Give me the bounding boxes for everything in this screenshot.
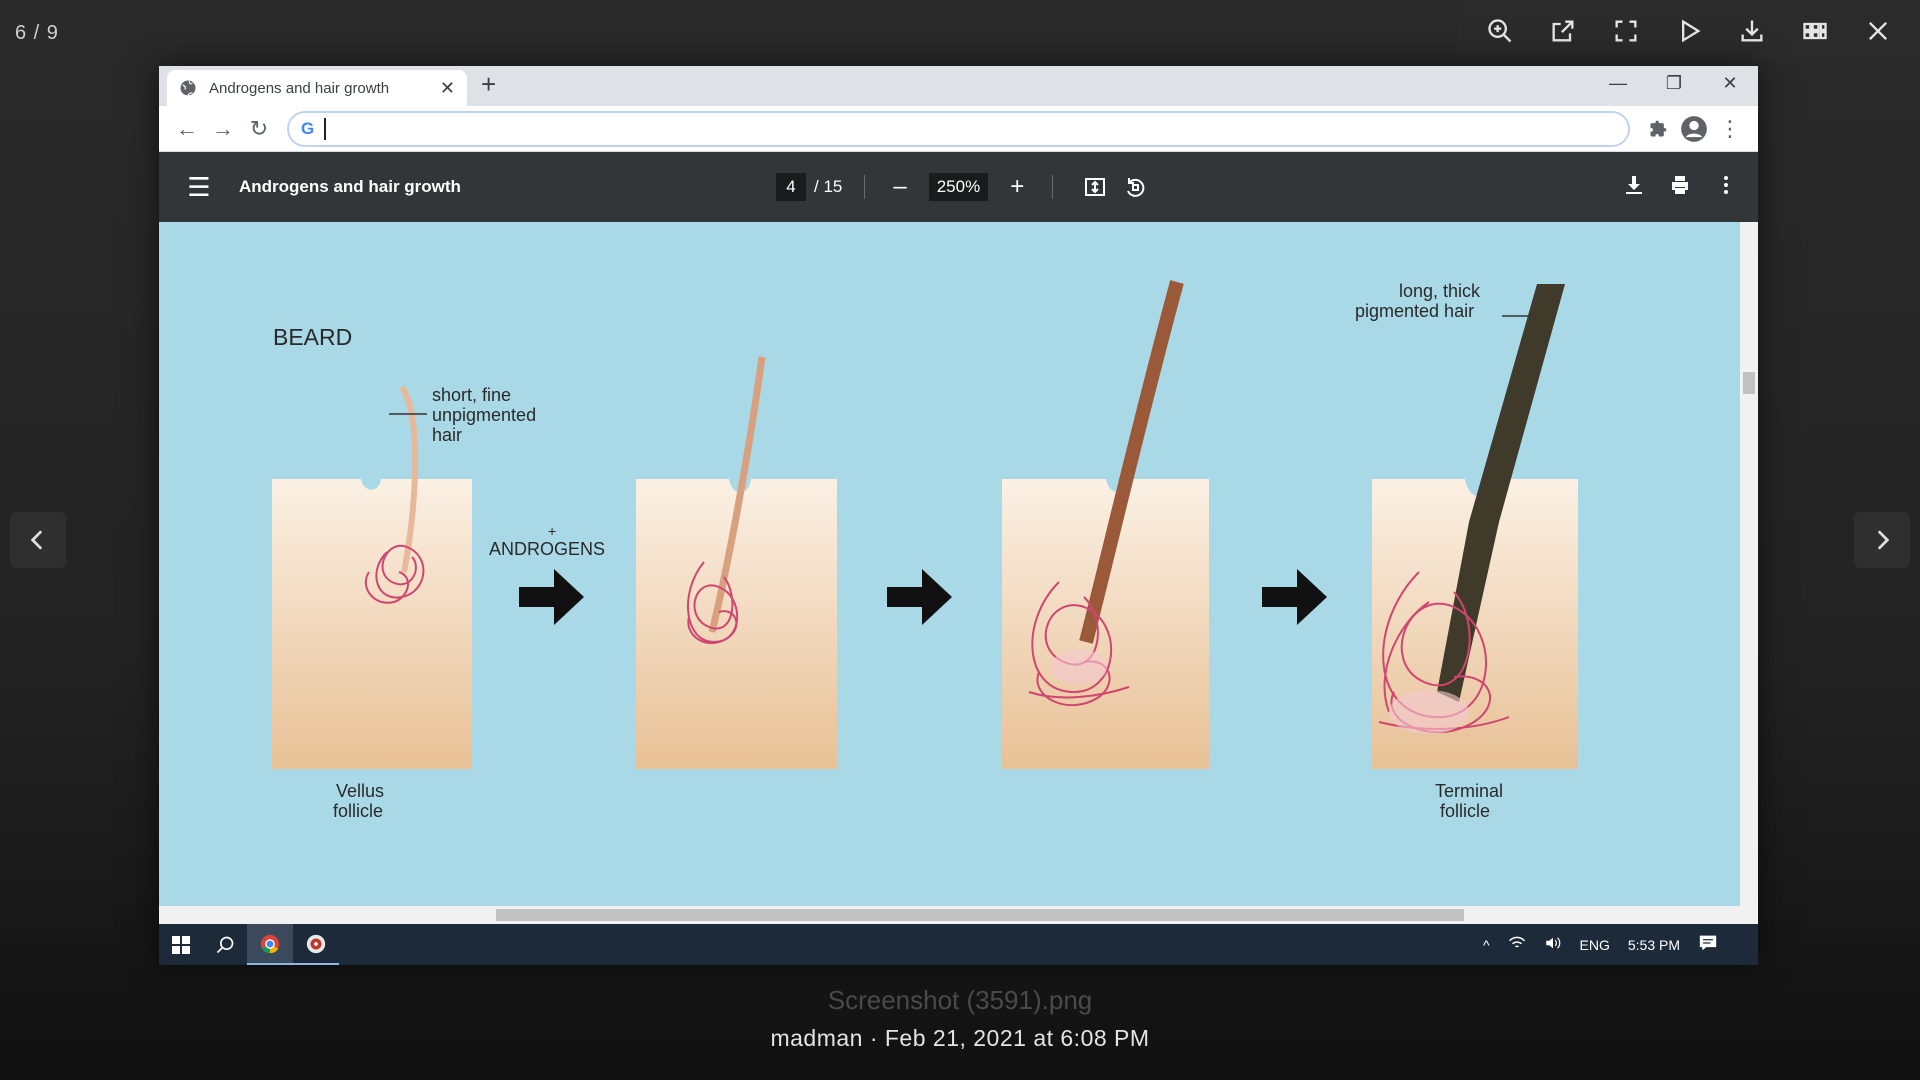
total-pages: / 15 bbox=[814, 177, 843, 196]
plus-sign: + bbox=[548, 523, 557, 539]
tab-title: Androgens and hair growth bbox=[209, 79, 390, 97]
volume-icon[interactable] bbox=[1544, 935, 1562, 954]
open-external-icon[interactable] bbox=[1541, 9, 1585, 53]
pdf-toolbar: ☰ Androgens and hair growth 4 / 15 – 250… bbox=[159, 152, 1758, 222]
google-g-icon: G bbox=[301, 118, 315, 138]
tab-close-icon[interactable]: ✕ bbox=[440, 78, 455, 99]
chevron-left-icon bbox=[30, 530, 43, 550]
play-icon[interactable] bbox=[1667, 9, 1711, 53]
download-icon[interactable] bbox=[1730, 9, 1774, 53]
address-bar: ← → ↻ G ⋮ bbox=[159, 106, 1758, 152]
close-icon[interactable] bbox=[1856, 9, 1900, 53]
new-tab-button[interactable]: + bbox=[481, 69, 496, 100]
image-counter: 6 / 9 bbox=[15, 22, 59, 44]
short-hair-label-2: unpigmented bbox=[432, 405, 537, 425]
horizontal-scrollbar[interactable] bbox=[159, 906, 1758, 924]
toolbar-separator bbox=[864, 175, 866, 199]
system-tray: ^ ENG 5:53 PM bbox=[1483, 924, 1718, 965]
notifications-icon[interactable] bbox=[1698, 934, 1718, 955]
profile-avatar-icon[interactable] bbox=[1676, 111, 1712, 147]
viewer-toolbar bbox=[1458, 0, 1920, 62]
pdf-download-icon[interactable] bbox=[1622, 173, 1646, 202]
beard-label: BEARD bbox=[273, 324, 353, 350]
arrow-2 bbox=[887, 569, 952, 625]
horizontal-scroll-thumb[interactable] bbox=[496, 909, 1464, 921]
language-indicator[interactable]: ENG bbox=[1580, 937, 1610, 953]
globe-icon bbox=[180, 80, 196, 96]
vellus-label-1: Vellus bbox=[336, 781, 385, 801]
pdf-page-controls: 4 / 15 – 250% + bbox=[776, 152, 1155, 222]
zoom-out-button[interactable]: – bbox=[887, 173, 912, 201]
url-input[interactable] bbox=[326, 120, 1616, 137]
back-icon[interactable]: ← bbox=[169, 111, 205, 147]
arrow-1 bbox=[519, 569, 584, 625]
window-controls: — ❐ ✕ bbox=[1590, 66, 1758, 100]
terminal-label-1: Terminal bbox=[1435, 781, 1504, 801]
windows-start-icon[interactable] bbox=[159, 935, 203, 955]
short-hair-label-3: hair bbox=[432, 425, 463, 445]
grid-icon[interactable] bbox=[1793, 9, 1837, 53]
forward-icon[interactable]: → bbox=[205, 111, 241, 147]
media-app-taskbar-icon[interactable] bbox=[293, 924, 339, 965]
follicle-block-3 bbox=[1002, 479, 1209, 769]
vertical-scrollbar[interactable] bbox=[1740, 222, 1758, 906]
rotate-icon[interactable] bbox=[1115, 175, 1155, 199]
page-number-input[interactable]: 4 bbox=[776, 173, 806, 201]
hamburger-menu-icon[interactable]: ☰ bbox=[159, 172, 239, 203]
chevron-right-icon bbox=[1877, 530, 1890, 550]
arrow-3 bbox=[1262, 569, 1327, 625]
next-image-button[interactable] bbox=[1854, 512, 1910, 568]
androgens-label: ANDROGENS bbox=[489, 539, 606, 559]
image-author-date: madman · Feb 21, 2021 at 6:08 PM bbox=[770, 1025, 1150, 1051]
screenshot-image: Androgens and hair growth ✕ + — ❐ ✕ ← → … bbox=[159, 66, 1758, 965]
pdf-page-canvas: BEARD short, fine unpigmented hair + AND… bbox=[159, 222, 1740, 906]
extensions-icon[interactable] bbox=[1640, 111, 1676, 147]
tray-chevron-up-icon[interactable]: ^ bbox=[1483, 937, 1490, 953]
taskbar-search-icon[interactable] bbox=[203, 935, 247, 955]
pdf-document-title: Androgens and hair growth bbox=[239, 177, 461, 196]
windows-taskbar: ^ ENG 5:53 PM bbox=[159, 924, 1758, 965]
chrome-taskbar-icon[interactable] bbox=[247, 924, 293, 965]
fit-page-icon[interactable] bbox=[1075, 175, 1115, 199]
hair-growth-diagram bbox=[272, 280, 1578, 769]
taskbar-clock[interactable]: 5:53 PM bbox=[1628, 937, 1680, 953]
browser-tab[interactable]: Androgens and hair growth ✕ bbox=[167, 70, 467, 106]
terminal-label-2: follicle bbox=[1440, 801, 1491, 821]
print-icon[interactable] bbox=[1668, 173, 1692, 202]
pdf-actions bbox=[1622, 152, 1738, 222]
zoom-in-icon[interactable] bbox=[1478, 9, 1522, 53]
long-hair-label-2: pigmented hair bbox=[1355, 301, 1475, 321]
vertical-scroll-thumb[interactable] bbox=[1743, 372, 1755, 394]
browser-menu-icon[interactable]: ⋮ bbox=[1712, 111, 1748, 147]
vellus-label-2: follicle bbox=[333, 801, 384, 821]
fullscreen-icon[interactable] bbox=[1604, 9, 1648, 53]
wifi-icon[interactable] bbox=[1508, 935, 1526, 954]
restore-icon[interactable]: ❐ bbox=[1646, 66, 1702, 100]
minimize-icon[interactable]: — bbox=[1590, 66, 1646, 100]
pdf-more-icon[interactable] bbox=[1714, 173, 1738, 202]
window-close-icon[interactable]: ✕ bbox=[1702, 66, 1758, 100]
image-filename: Screenshot (3591).png bbox=[827, 985, 1093, 1015]
omnibox[interactable]: G bbox=[287, 110, 1630, 147]
browser-tabstrip: Androgens and hair growth ✕ + — ❐ ✕ bbox=[159, 66, 1758, 106]
short-hair-label-1: short, fine bbox=[432, 385, 512, 405]
long-hair-label-1: long, thick bbox=[1399, 281, 1481, 301]
previous-image-button[interactable] bbox=[10, 512, 66, 568]
vellus-follicle-block bbox=[272, 479, 472, 769]
zoom-level-input[interactable]: 250% bbox=[928, 173, 989, 201]
reload-icon[interactable]: ↻ bbox=[241, 111, 277, 147]
zoom-in-button[interactable]: + bbox=[1004, 173, 1030, 201]
toolbar-separator bbox=[1052, 175, 1054, 199]
